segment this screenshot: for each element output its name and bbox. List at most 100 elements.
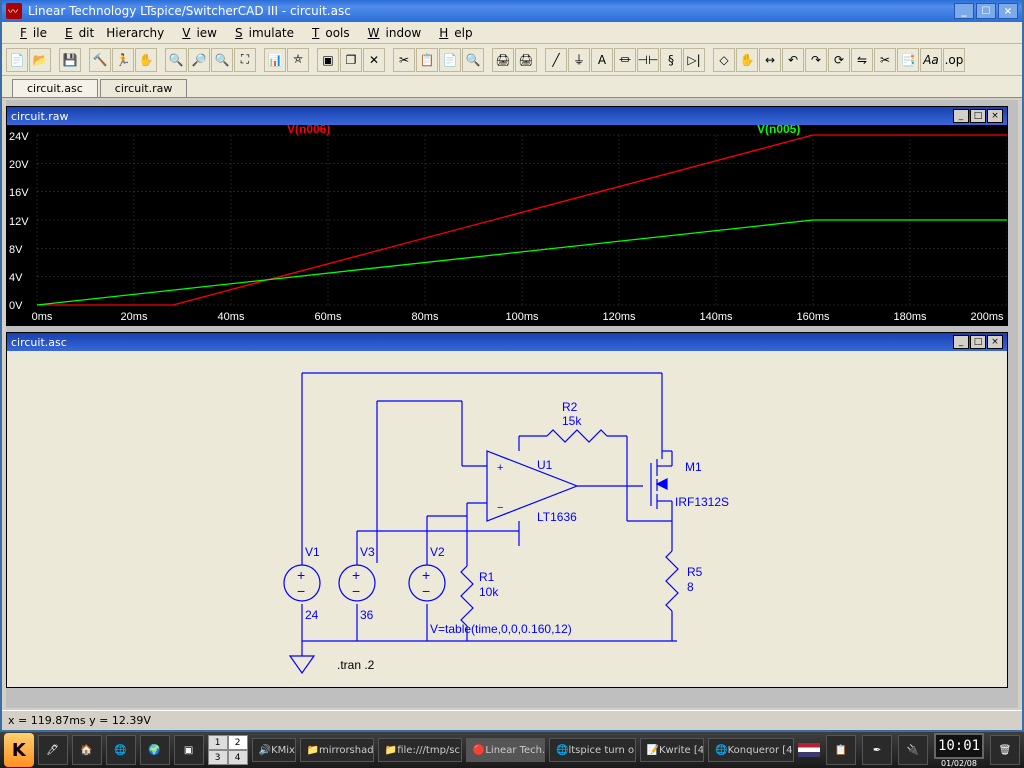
find-icon[interactable]: 🔍 (462, 48, 484, 72)
task-konq[interactable]: 🌐 Konqueror [4… (708, 738, 794, 762)
close-win-icon[interactable]: ✕ (363, 48, 385, 72)
maximize-button[interactable]: ☐ (976, 3, 996, 19)
svg-text:100ms: 100ms (505, 311, 539, 323)
svg-text:+: + (297, 567, 305, 583)
duplicate-icon[interactable]: 📑 (897, 48, 919, 72)
task-file[interactable]: 📁 file:///tmp/sc… (378, 738, 462, 762)
autorange-icon[interactable]: 📊 (264, 48, 286, 72)
copy-icon[interactable]: 📋 (416, 48, 438, 72)
plot-close-button[interactable]: × (987, 109, 1003, 123)
doc-tabs: circuit.asc circuit.raw (2, 76, 1022, 98)
halt-icon[interactable]: ✋ (135, 48, 157, 72)
status-bar: x = 119.87ms y = 12.39V (2, 710, 1022, 730)
toolbar: 📄 📂 💾 🔨 🏃 ✋ 🔍 🔎 🔍 ⛶ 📊 ⛤ ▣ ❐ ✕ ✂ 📋 📄 🔍 🖨 … (2, 44, 1022, 76)
spice-tran[interactable]: .tran .2 (337, 658, 375, 672)
tray-flag-icon[interactable] (798, 743, 820, 757)
label-R5-name: R5 (687, 565, 703, 579)
text-icon[interactable]: Aa (920, 48, 942, 72)
delete-icon[interactable]: ✂ (874, 48, 896, 72)
task-kwrite[interactable]: 📝 Kwrite [4] (640, 738, 705, 762)
svg-text:0V: 0V (9, 300, 23, 312)
open-icon[interactable]: 📂 (29, 48, 51, 72)
sch-close-button[interactable]: × (987, 335, 1003, 349)
label-R2-val: 15k (562, 414, 582, 428)
zoom-out-icon[interactable]: 🔍 (211, 48, 233, 72)
tray-web-icon[interactable]: 🌐 (106, 735, 136, 765)
toggle-icon[interactable]: ⛤ (287, 48, 309, 72)
menu-window[interactable]: Window (356, 24, 428, 42)
sch-min-button[interactable]: _ (953, 335, 969, 349)
svg-text:24V: 24V (9, 131, 29, 143)
tab-circuit-asc[interactable]: circuit.asc (12, 79, 98, 97)
task-ltspice2[interactable]: 🌐 ltspice turn o… (549, 738, 636, 762)
tray-date: 01/02/08 (934, 759, 984, 768)
menu-file[interactable]: File (8, 24, 53, 42)
wire-icon[interactable]: ╱ (545, 48, 567, 72)
zoom-in-icon[interactable]: 🔍 (165, 48, 187, 72)
plot-max-button[interactable]: □ (970, 109, 986, 123)
task-mirror[interactable]: 📁 mirrorshade (300, 738, 374, 762)
ground-icon[interactable]: ⏚ (568, 48, 590, 72)
plot-min-button[interactable]: _ (953, 109, 969, 123)
svg-text:20ms: 20ms (121, 311, 148, 323)
menu-help[interactable]: Help (427, 24, 478, 42)
zoom-fit-icon[interactable]: ⛶ (234, 48, 256, 72)
tray-power-icon[interactable]: 🔌 (898, 735, 928, 765)
redo-icon[interactable]: ↷ (805, 48, 827, 72)
label-icon[interactable]: A (591, 48, 613, 72)
menu-edit[interactable]: Edit (53, 24, 100, 42)
svg-text:+: + (497, 462, 503, 474)
new-schematic-icon[interactable]: 📄 (6, 48, 28, 72)
tile-icon[interactable]: ▣ (317, 48, 339, 72)
menu-simulate[interactable]: Simulate (223, 24, 300, 42)
diode-icon[interactable]: ▷| (683, 48, 705, 72)
run-icon[interactable]: 🏃 (112, 48, 134, 72)
tray-home-icon[interactable]: 🏠 (72, 735, 102, 765)
mirror-icon[interactable]: ⇋ (851, 48, 873, 72)
svg-text:12V: 12V (9, 216, 29, 228)
minimize-button[interactable]: _ (954, 3, 974, 19)
tray-clock[interactable]: 10:01 (934, 733, 984, 759)
zoom-pan-icon[interactable]: 🔎 (188, 48, 210, 72)
tray-desktop-icon[interactable]: 🖊 (38, 735, 68, 765)
task-kmix[interactable]: 🔊 KMix (252, 738, 296, 762)
sch-max-button[interactable]: □ (970, 335, 986, 349)
label-R1-val: 10k (479, 585, 499, 599)
tray-globe-icon[interactable]: 🌍 (140, 735, 170, 765)
save-icon[interactable]: 💾 (59, 48, 81, 72)
menu-view[interactable]: View (170, 24, 223, 42)
move-icon[interactable]: ✋ (736, 48, 758, 72)
print-setup-icon[interactable]: 🖨 (515, 48, 537, 72)
desktop-pager[interactable]: 1234 (208, 735, 248, 765)
menu-tools[interactable]: Tools (300, 24, 356, 42)
cascade-icon[interactable]: ❐ (340, 48, 362, 72)
paste-icon[interactable]: 📄 (439, 48, 461, 72)
capacitor-icon[interactable]: ⊣⊢ (637, 48, 659, 72)
tray-trash-icon[interactable]: 🗑 (990, 735, 1020, 765)
component-icon[interactable]: ◇ (713, 48, 735, 72)
plot-svg: V(n006) V(n005) 0V 4V 8V 12V 16V 20V 24V (7, 125, 1007, 325)
undo-icon[interactable]: ↶ (782, 48, 804, 72)
print-icon[interactable]: 🖨 (492, 48, 514, 72)
trace-label-n005: V(n005) (757, 125, 800, 136)
cut-icon[interactable]: ✂ (393, 48, 415, 72)
menu-hierarchy[interactable]: Hierarchy (100, 24, 170, 42)
tray-pen-icon[interactable]: ✒ (862, 735, 892, 765)
tray-konsole-icon[interactable]: ▣ (174, 735, 204, 765)
schematic-area[interactable]: + − (7, 351, 1007, 687)
close-button[interactable]: × (998, 3, 1018, 19)
svg-text:−: − (422, 583, 430, 599)
resistor-icon[interactable]: ⏛ (614, 48, 636, 72)
plot-area[interactable]: V(n006) V(n005) 0V 4V 8V 12V 16V 20V 24V (7, 125, 1007, 325)
kde-taskbar: K 🖊 🏠 🌐 🌍 ▣ 1234 🔊 KMix 📁 mirrorshade 📁 … (0, 732, 1024, 768)
drag-icon[interactable]: ↔ (759, 48, 781, 72)
tray-klipper-icon[interactable]: 📋 (826, 735, 856, 765)
task-ltspice[interactable]: 🔴 Linear Tech… (466, 738, 545, 762)
rotate-icon[interactable]: ⟳ (828, 48, 850, 72)
k-menu[interactable]: K (4, 733, 34, 767)
spice-directive-icon[interactable]: .op (943, 48, 965, 72)
inductor-icon[interactable]: § (660, 48, 682, 72)
svg-text:80ms: 80ms (412, 311, 439, 323)
control-panel-icon[interactable]: 🔨 (89, 48, 111, 72)
tab-circuit-raw[interactable]: circuit.raw (100, 79, 188, 97)
